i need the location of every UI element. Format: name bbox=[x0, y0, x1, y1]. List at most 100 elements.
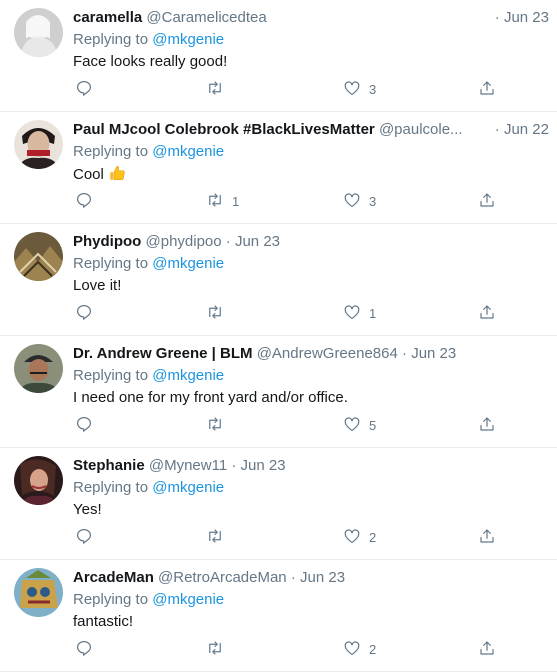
reply-bubble-icon bbox=[75, 415, 93, 438]
retweet-count: 1 bbox=[232, 194, 240, 209]
display-name[interactable]: Phydipoo bbox=[73, 233, 141, 250]
like-count: 5 bbox=[369, 418, 377, 433]
user-handle[interactable]: @AndrewGreene864 bbox=[257, 345, 398, 362]
tweet-text: I need one for my front yard and/or offi… bbox=[73, 389, 348, 406]
mention-link[interactable]: @mkgenie bbox=[152, 255, 224, 272]
heart-icon bbox=[343, 191, 361, 214]
heart-icon bbox=[343, 303, 361, 326]
tweet-text-container: Cool bbox=[73, 164, 126, 188]
avatar[interactable] bbox=[14, 232, 63, 281]
avatar[interactable] bbox=[14, 8, 63, 57]
retweet-icon bbox=[206, 191, 224, 214]
mention-link[interactable]: @mkgenie bbox=[152, 143, 224, 160]
tweet-text: Face looks really good! bbox=[73, 53, 228, 70]
timestamp[interactable]: Jun 23 bbox=[411, 345, 456, 362]
tweet-text: Love it! bbox=[73, 277, 122, 294]
timestamp[interactable]: Jun 23 bbox=[235, 233, 280, 250]
retweet-icon bbox=[206, 639, 224, 662]
tweet-text: Cool bbox=[73, 166, 104, 183]
user-handle[interactable]: @phydipoo bbox=[146, 233, 222, 250]
retweet-button[interactable] bbox=[206, 80, 232, 100]
reply-bubble-icon bbox=[75, 191, 93, 214]
avatar[interactable] bbox=[14, 120, 63, 169]
heart-icon bbox=[343, 527, 361, 550]
replying-to-label: Replying to bbox=[73, 255, 149, 272]
reply-bubble-icon bbox=[75, 639, 93, 662]
share-upload-icon bbox=[478, 303, 496, 326]
reply-bubble-icon bbox=[75, 527, 93, 550]
like-button[interactable]: 2 bbox=[343, 640, 376, 660]
share-button[interactable] bbox=[478, 304, 496, 324]
replying-to-label: Replying to bbox=[73, 143, 149, 160]
display-name[interactable]: caramella bbox=[73, 9, 142, 26]
tweet-text: fantastic! bbox=[73, 613, 134, 630]
display-name[interactable]: Dr. Andrew Greene | BLM bbox=[73, 345, 253, 362]
avatar[interactable] bbox=[14, 344, 63, 393]
reply-button[interactable] bbox=[75, 528, 101, 548]
tweet-item[interactable]: ArcadeMan @RetroArcadeMan · Jun 23 Reply… bbox=[0, 560, 557, 672]
tweet-item[interactable]: Phydipoo @phydipoo · Jun 23 Replying to … bbox=[0, 224, 557, 336]
mention-link[interactable]: @mkgenie bbox=[152, 591, 224, 608]
user-handle[interactable]: @Mynew11 bbox=[149, 457, 227, 474]
like-count: 1 bbox=[369, 306, 377, 321]
retweet-icon bbox=[206, 79, 224, 102]
timestamp[interactable]: Jun 23 bbox=[300, 569, 345, 586]
tweet-header: caramella @Caramelicedtea · Jun 23 bbox=[73, 8, 549, 28]
timestamp[interactable]: Jun 22 bbox=[504, 121, 549, 138]
mention-link[interactable]: @mkgenie bbox=[152, 31, 224, 48]
share-button[interactable] bbox=[478, 192, 496, 212]
timestamp[interactable]: Jun 23 bbox=[241, 457, 286, 474]
retweet-button[interactable] bbox=[206, 416, 232, 436]
heart-icon bbox=[343, 639, 361, 662]
separator-dot: · bbox=[290, 569, 296, 586]
mention-link[interactable]: @mkgenie bbox=[152, 479, 224, 496]
reply-button[interactable] bbox=[75, 192, 101, 212]
user-handle[interactable]: @paulcole... bbox=[379, 121, 463, 138]
tweet-item[interactable]: caramella @Caramelicedtea · Jun 23 Reply… bbox=[0, 0, 557, 112]
avatar[interactable] bbox=[14, 456, 63, 505]
avatar[interactable] bbox=[14, 568, 63, 617]
replying-to: Replying to @mkgenie bbox=[73, 366, 224, 386]
user-handle[interactable]: @Caramelicedtea bbox=[146, 9, 266, 26]
replying-to-label: Replying to bbox=[73, 591, 149, 608]
display-name[interactable]: Stephanie bbox=[73, 457, 145, 474]
replying-to-label: Replying to bbox=[73, 479, 149, 496]
separator-dot: · bbox=[231, 457, 237, 474]
tweet-item[interactable]: Stephanie @Mynew11 · Jun 23 Replying to … bbox=[0, 448, 557, 560]
display-name[interactable]: Paul MJcool Colebrook #BlackLivesMatter bbox=[73, 121, 375, 138]
retweet-button[interactable] bbox=[206, 640, 232, 660]
mention-link[interactable]: @mkgenie bbox=[152, 367, 224, 384]
like-button[interactable]: 1 bbox=[343, 304, 376, 324]
share-button[interactable] bbox=[478, 640, 496, 660]
retweet-icon bbox=[206, 415, 224, 438]
like-button[interactable]: 3 bbox=[343, 192, 376, 212]
tweet-item[interactable]: Paul MJcool Colebrook #BlackLivesMatter … bbox=[0, 112, 557, 224]
replying-to: Replying to @mkgenie bbox=[73, 590, 224, 610]
reply-button[interactable] bbox=[75, 416, 101, 436]
display-name[interactable]: ArcadeMan bbox=[73, 569, 154, 586]
share-button[interactable] bbox=[478, 528, 496, 548]
retweet-button[interactable]: 1 bbox=[206, 192, 239, 212]
user-handle[interactable]: @RetroArcadeMan bbox=[158, 569, 287, 586]
tweet-header: Stephanie @Mynew11 · Jun 23 bbox=[73, 456, 549, 476]
replying-to-label: Replying to bbox=[73, 31, 149, 48]
reply-button[interactable] bbox=[75, 640, 101, 660]
separator-dot: · bbox=[225, 233, 231, 250]
reply-button[interactable] bbox=[75, 304, 101, 324]
like-count: 2 bbox=[369, 530, 377, 545]
retweet-button[interactable] bbox=[206, 304, 232, 324]
like-button[interactable]: 2 bbox=[343, 528, 376, 548]
heart-icon bbox=[343, 415, 361, 438]
retweet-button[interactable] bbox=[206, 528, 232, 548]
reply-button[interactable] bbox=[75, 80, 101, 100]
heart-icon bbox=[343, 79, 361, 102]
like-button[interactable]: 5 bbox=[343, 416, 376, 436]
tweet-header: ArcadeMan @RetroArcadeMan · Jun 23 bbox=[73, 568, 549, 588]
replying-to-label: Replying to bbox=[73, 367, 149, 384]
replying-to: Replying to @mkgenie bbox=[73, 478, 224, 498]
tweet-item[interactable]: Dr. Andrew Greene | BLM @AndrewGreene864… bbox=[0, 336, 557, 448]
timestamp[interactable]: Jun 23 bbox=[504, 9, 549, 26]
share-button[interactable] bbox=[478, 80, 496, 100]
like-button[interactable]: 3 bbox=[343, 80, 376, 100]
share-button[interactable] bbox=[478, 416, 496, 436]
